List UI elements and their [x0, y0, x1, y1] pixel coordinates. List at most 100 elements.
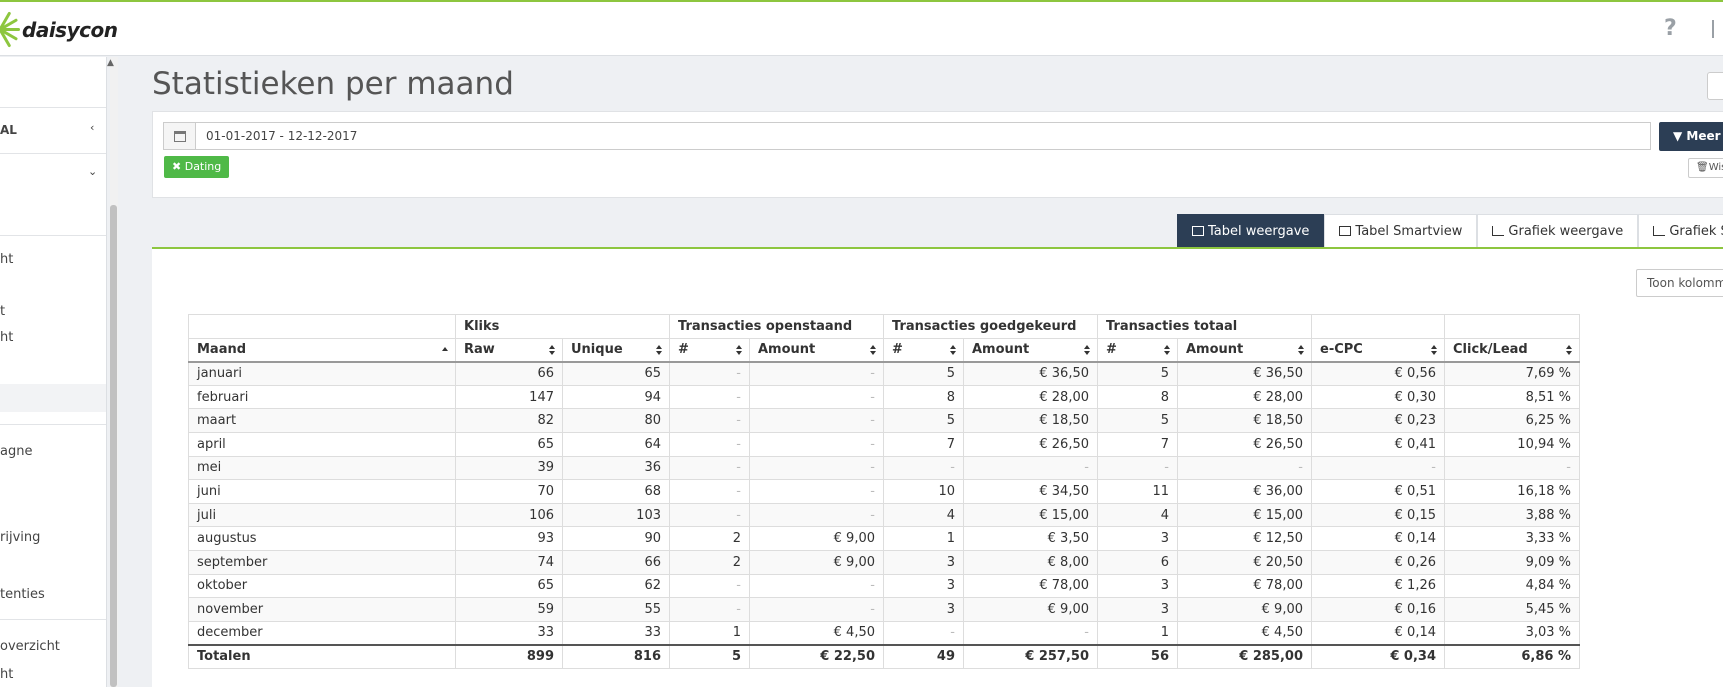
- table-cell: 3: [883, 549, 964, 575]
- table-row: mei 39 36- - - - - - - -: [188, 455, 1580, 481]
- table-cell: 39: [455, 455, 563, 481]
- sort-icon[interactable]: [656, 344, 663, 356]
- month-cell: juli: [188, 502, 456, 528]
- sidebar-item-section[interactable]: AL: [0, 123, 17, 137]
- calendar-icon-addon[interactable]: [164, 123, 196, 149]
- sidebar-item[interactable]: overzicht: [0, 639, 60, 654]
- table-cell: -: [963, 620, 1098, 646]
- table-cell: 64: [562, 431, 670, 457]
- sidebar-item-active[interactable]: [0, 384, 106, 412]
- table-cell: € 34,50: [963, 479, 1098, 504]
- chevron-left-icon[interactable]: ‹: [90, 121, 94, 134]
- table-cell: € 26,50: [1177, 431, 1312, 457]
- table-cell: -: [669, 502, 750, 528]
- month-cell: maart: [188, 408, 456, 433]
- column-header[interactable]: #: [1097, 337, 1178, 363]
- export-button[interactable]: [1707, 72, 1723, 100]
- calendar-icon: [173, 130, 186, 142]
- column-header-label: #: [892, 342, 903, 358]
- column-header[interactable]: Click/Lead: [1444, 337, 1580, 363]
- date-range-field[interactable]: 01-01-2017 - 12-12-2017: [163, 122, 1651, 150]
- table-cell: 5,45 %: [1444, 597, 1580, 622]
- bar-chart-icon: [1492, 226, 1505, 236]
- help-icon[interactable]: ?: [1664, 16, 1677, 41]
- table-cell: 5: [883, 361, 964, 386]
- sidebar-divider: [0, 153, 106, 154]
- column-header[interactable]: Amount: [749, 337, 884, 363]
- column-header[interactable]: Maand: [188, 337, 456, 363]
- table-cell: 70: [455, 479, 563, 504]
- column-header[interactable]: Amount: [1177, 337, 1312, 363]
- table-cell: € 20,50: [1177, 549, 1312, 575]
- table-cell: 8,51 %: [1444, 384, 1580, 410]
- column-header[interactable]: Raw: [455, 337, 563, 363]
- sort-icon[interactable]: [549, 344, 556, 356]
- column-header[interactable]: #: [669, 337, 750, 363]
- sidebar-item[interactable]: t: [0, 304, 5, 319]
- sidebar-item[interactable]: ht: [0, 252, 13, 267]
- table-cell: -: [749, 431, 884, 457]
- date-range-value[interactable]: 01-01-2017 - 12-12-2017: [196, 123, 357, 149]
- table-cell: -: [749, 384, 884, 410]
- sort-icon[interactable]: [870, 344, 877, 356]
- group-header: Transacties openstaand: [669, 314, 884, 339]
- sidebar-item[interactable]: ht: [0, 667, 13, 682]
- group-header-empty: [1444, 314, 1580, 339]
- table-cell: 3,88 %: [1444, 502, 1580, 528]
- bar-chart-icon: [1653, 226, 1666, 236]
- dating-filter-badge[interactable]: ✖ Dating: [164, 156, 230, 178]
- table-row: november 59 55- -3 € 9,00 3 € 9,00 € 0,16 5,45 %: [188, 597, 1580, 622]
- remove-icon[interactable]: ✖: [172, 160, 185, 173]
- column-header[interactable]: #: [883, 337, 964, 363]
- sort-asc-icon[interactable]: [442, 345, 449, 356]
- scroll-up-icon[interactable]: ▲: [107, 58, 114, 68]
- sidebar-scrollbar-thumb[interactable]: [110, 205, 117, 687]
- column-header[interactable]: e-CPC: [1311, 337, 1445, 363]
- month-cell: februari: [188, 384, 456, 410]
- totals-cell: 56: [1097, 643, 1178, 669]
- table-cell: € 0,51: [1311, 479, 1445, 504]
- table-cell: € 0,14: [1311, 620, 1445, 646]
- more-filters-button[interactable]: ▼ Meer f: [1659, 122, 1723, 151]
- sort-icon[interactable]: [1164, 344, 1171, 356]
- tab-grafiek-weergave[interactable]: Grafiek weergave: [1477, 214, 1639, 247]
- notification-icon[interactable]: [1712, 20, 1723, 38]
- table-cell: € 18,50: [1177, 408, 1312, 433]
- table-cell: 1: [1097, 620, 1178, 646]
- table-cell: -: [669, 431, 750, 457]
- table-cell: 74: [455, 549, 563, 575]
- table-cell: -: [749, 597, 884, 622]
- table-cell: € 0,15: [1311, 502, 1445, 528]
- tab-tabel-weergave[interactable]: Tabel weergave: [1177, 214, 1325, 247]
- table-cell: -: [1177, 455, 1312, 481]
- sidebar-item[interactable]: agne: [0, 444, 32, 459]
- daisycon-logo[interactable]: daisycon: [0, 10, 118, 50]
- column-header-label: Maand: [197, 342, 247, 358]
- table-cell: € 78,00: [1177, 573, 1312, 599]
- sidebar-item[interactable]: tenties: [0, 587, 45, 602]
- sort-icon[interactable]: [1431, 344, 1438, 356]
- table-cell: € 28,00: [963, 384, 1098, 410]
- tab-tabel-smartview[interactable]: Tabel Smartview: [1324, 214, 1478, 247]
- table-cell: -: [669, 361, 750, 386]
- clear-filters-button[interactable]: 🗑Wis: [1688, 158, 1723, 178]
- tab-grafiek-smartview[interactable]: Grafiek Sma: [1638, 214, 1723, 247]
- tab-label: Tabel Smartview: [1355, 224, 1463, 239]
- tab-label: Tabel weergave: [1208, 224, 1310, 239]
- column-header[interactable]: Unique: [562, 337, 670, 363]
- table-cell: 10: [883, 479, 964, 504]
- sort-icon[interactable]: [736, 344, 743, 356]
- table-cell: € 15,00: [963, 502, 1098, 528]
- sort-icon[interactable]: [1298, 344, 1305, 356]
- sort-icon[interactable]: [950, 344, 957, 356]
- table-cell: -: [963, 455, 1098, 481]
- table-row: december 33 33 1 € 4,50- -1 € 4,50 € 0,14 3,03 %: [188, 620, 1580, 646]
- sidebar-item[interactable]: rijving: [0, 530, 40, 545]
- table-cell: 3: [1097, 573, 1178, 599]
- column-header[interactable]: Amount: [963, 337, 1098, 363]
- sidebar-item[interactable]: ht: [0, 330, 13, 345]
- chevron-down-icon[interactable]: ⌄: [88, 165, 97, 178]
- sort-icon[interactable]: [1084, 344, 1091, 356]
- sort-icon[interactable]: [1566, 344, 1573, 356]
- toon-kolommen-button[interactable]: Toon kolomm: [1636, 269, 1723, 297]
